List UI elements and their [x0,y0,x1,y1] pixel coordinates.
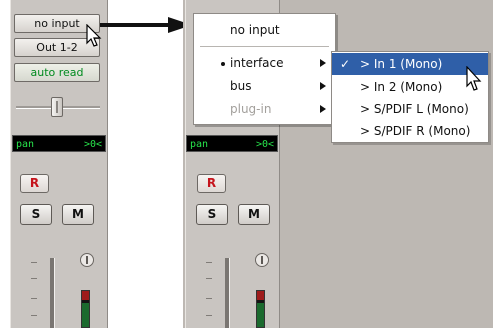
pan-display[interactable]: pan >0< [186,135,278,152]
pan-label: pan [16,139,35,150]
fader-scale-tick [31,278,37,279]
pan-label: pan [190,139,209,150]
pan-display[interactable]: pan >0< [12,135,106,152]
interface-submenu: ✓ > In 1 (Mono) > In 2 (Mono) > S/PDIF L… [331,51,489,143]
volume-fader-slot[interactable] [225,258,230,328]
fader-scale-tick [31,315,37,316]
fader-scale-tick [206,315,212,316]
fader-scale-tick [206,262,212,263]
solo-button[interactable]: S [20,204,52,225]
fader-scale-tick [31,262,37,263]
fader-scale-tick [31,298,37,299]
menu-item-interface[interactable]: interface [194,52,335,74]
fader-lock-icon[interactable] [80,253,94,267]
fader-scale-tick [206,298,212,299]
solo-button[interactable]: S [196,204,228,225]
pan-value: >0< [255,139,274,150]
volume-fader-slot[interactable] [50,258,55,328]
menu-item-bus[interactable]: bus [194,75,335,97]
mute-button[interactable]: M [238,204,270,225]
input-popup-menu: no input interface bus plug-in [193,13,336,125]
submenu-item-in-1[interactable]: ✓ > In 1 (Mono) [332,53,488,75]
submenu-arrow-icon [320,59,326,67]
fader-lock-icon[interactable] [255,253,269,267]
pan-value: >0< [83,139,102,150]
mouse-pointer-icon [466,66,482,91]
mute-button[interactable]: M [62,204,94,225]
submenu-item-spdif-l[interactable]: > S/PDIF L (Mono) [332,98,488,120]
record-enable-button[interactable]: R [197,174,226,193]
fader-scale-tick [206,278,212,279]
selected-bullet-icon [221,62,225,66]
level-meter [256,290,265,328]
submenu-arrow-icon [320,105,326,113]
menu-item-no-input[interactable]: no input [194,19,335,41]
send-slider-knob[interactable] [51,97,63,117]
mouse-pointer-icon [86,24,102,47]
submenu-item-in-2[interactable]: > In 2 (Mono) [332,76,488,98]
menu-separator [200,46,329,47]
level-meter [81,290,90,328]
menu-item-plug-in: plug-in [194,98,335,120]
submenu-arrow-icon [320,82,326,90]
checkmark-icon: ✓ [340,57,351,71]
automation-mode-button[interactable]: auto read [14,63,100,82]
record-enable-button[interactable]: R [20,174,49,193]
submenu-item-spdif-r[interactable]: > S/PDIF R (Mono) [332,120,488,142]
